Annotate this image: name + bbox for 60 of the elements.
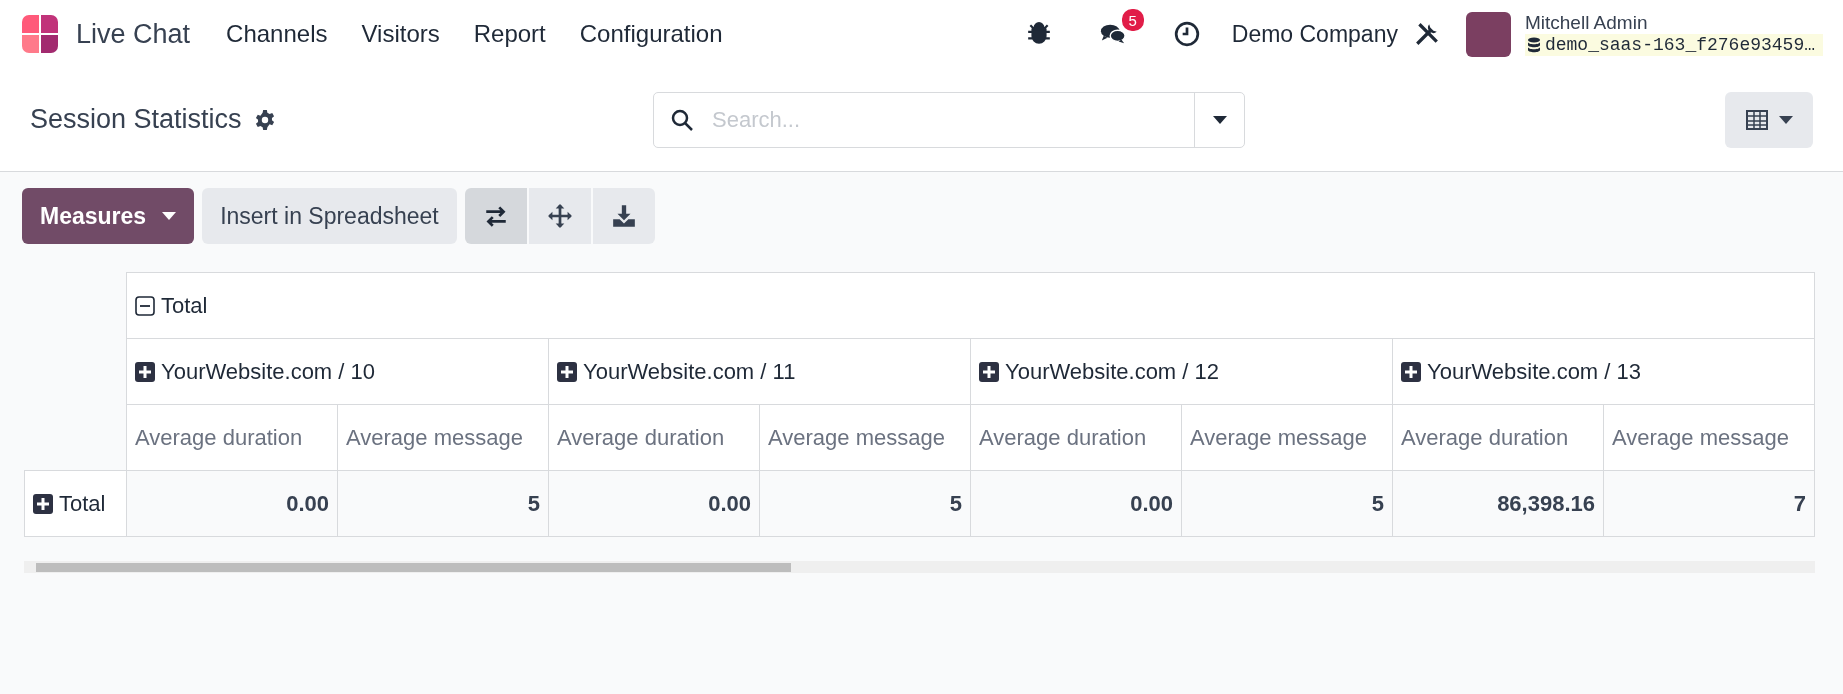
- table-cell: 7: [1603, 470, 1815, 537]
- column-header-label: Total: [161, 292, 208, 319]
- download-button[interactable]: [592, 188, 655, 244]
- menu-item[interactable]: Visitors: [361, 20, 440, 48]
- menu-item[interactable]: Configuration: [579, 20, 723, 48]
- column-header[interactable]: Total: [126, 272, 1815, 339]
- user-name: Mitchell Admin: [1524, 12, 1649, 34]
- caret-icon: [1779, 115, 1793, 124]
- table-cell: 0.00: [548, 470, 760, 537]
- caret-icon: [1212, 115, 1227, 124]
- measure-header[interactable]: Average message: [337, 404, 549, 471]
- column-header-label: YourWebsite.com / 10: [161, 358, 375, 385]
- settings-icon[interactable]: [253, 108, 276, 131]
- table-cell: 5: [337, 470, 549, 537]
- download-icon: [610, 203, 637, 229]
- table-icon: [1745, 107, 1769, 132]
- database-name: demo_saas-163_f276e93459…: [1524, 34, 1823, 56]
- column-header-label: YourWebsite.com / 12: [1005, 358, 1219, 385]
- horizontal-scrollbar[interactable]: [24, 561, 1815, 573]
- search-field[interactable]: Search...: [653, 91, 1245, 148]
- measures-button[interactable]: Measures: [22, 188, 195, 244]
- table-cell: 0.00: [126, 470, 338, 537]
- measure-header[interactable]: Average duration: [548, 404, 760, 471]
- tools-icon[interactable]: [1413, 21, 1440, 47]
- page-title: Session Statistics: [30, 104, 242, 135]
- menu-item[interactable]: Report: [473, 20, 546, 48]
- app-logo[interactable]: [20, 14, 60, 54]
- measure-header[interactable]: Average message: [1603, 404, 1815, 471]
- column-header[interactable]: YourWebsite.com / 12: [970, 338, 1393, 405]
- column-header-label: YourWebsite.com / 11: [583, 358, 796, 385]
- app-name[interactable]: Live Chat: [76, 18, 191, 50]
- measure-header[interactable]: Average message: [759, 404, 971, 471]
- column-header[interactable]: YourWebsite.com / 13: [1392, 338, 1815, 405]
- notification-badge: 5: [1119, 7, 1146, 33]
- database-icon: [1526, 37, 1541, 53]
- clock-icon[interactable]: [1173, 21, 1200, 47]
- bug-icon[interactable]: [1025, 21, 1052, 47]
- column-header-label: YourWebsite.com / 13: [1427, 358, 1641, 385]
- table-cell: 5: [759, 470, 971, 537]
- measure-header[interactable]: Average duration: [970, 404, 1182, 471]
- column-header[interactable]: YourWebsite.com / 10: [126, 338, 549, 405]
- row-header[interactable]: Total: [24, 470, 127, 537]
- table-cell: 0.00: [970, 470, 1182, 537]
- expand-all-button[interactable]: [528, 188, 591, 244]
- table-cell: 5: [1181, 470, 1393, 537]
- table-cell: 86,398.16: [1392, 470, 1604, 537]
- row-header-label: Total: [59, 490, 106, 517]
- view-switcher-button[interactable]: [1725, 91, 1813, 148]
- menu-item[interactable]: Channels: [226, 20, 328, 48]
- avatar[interactable]: [1465, 11, 1511, 57]
- move-arrows-icon: [546, 203, 573, 229]
- measure-header[interactable]: Average duration: [126, 404, 338, 471]
- insert-in-spreadsheet-button[interactable]: Insert in Spreadsheet: [202, 188, 457, 244]
- search-icon: [670, 107, 694, 132]
- caret-icon: [162, 212, 177, 220]
- company-switcher[interactable]: Demo Company: [1231, 20, 1398, 48]
- column-header[interactable]: YourWebsite.com / 11: [548, 338, 971, 405]
- flip-axis-button[interactable]: [464, 188, 527, 244]
- measure-header[interactable]: Average message: [1181, 404, 1393, 471]
- measure-header[interactable]: Average duration: [1392, 404, 1604, 471]
